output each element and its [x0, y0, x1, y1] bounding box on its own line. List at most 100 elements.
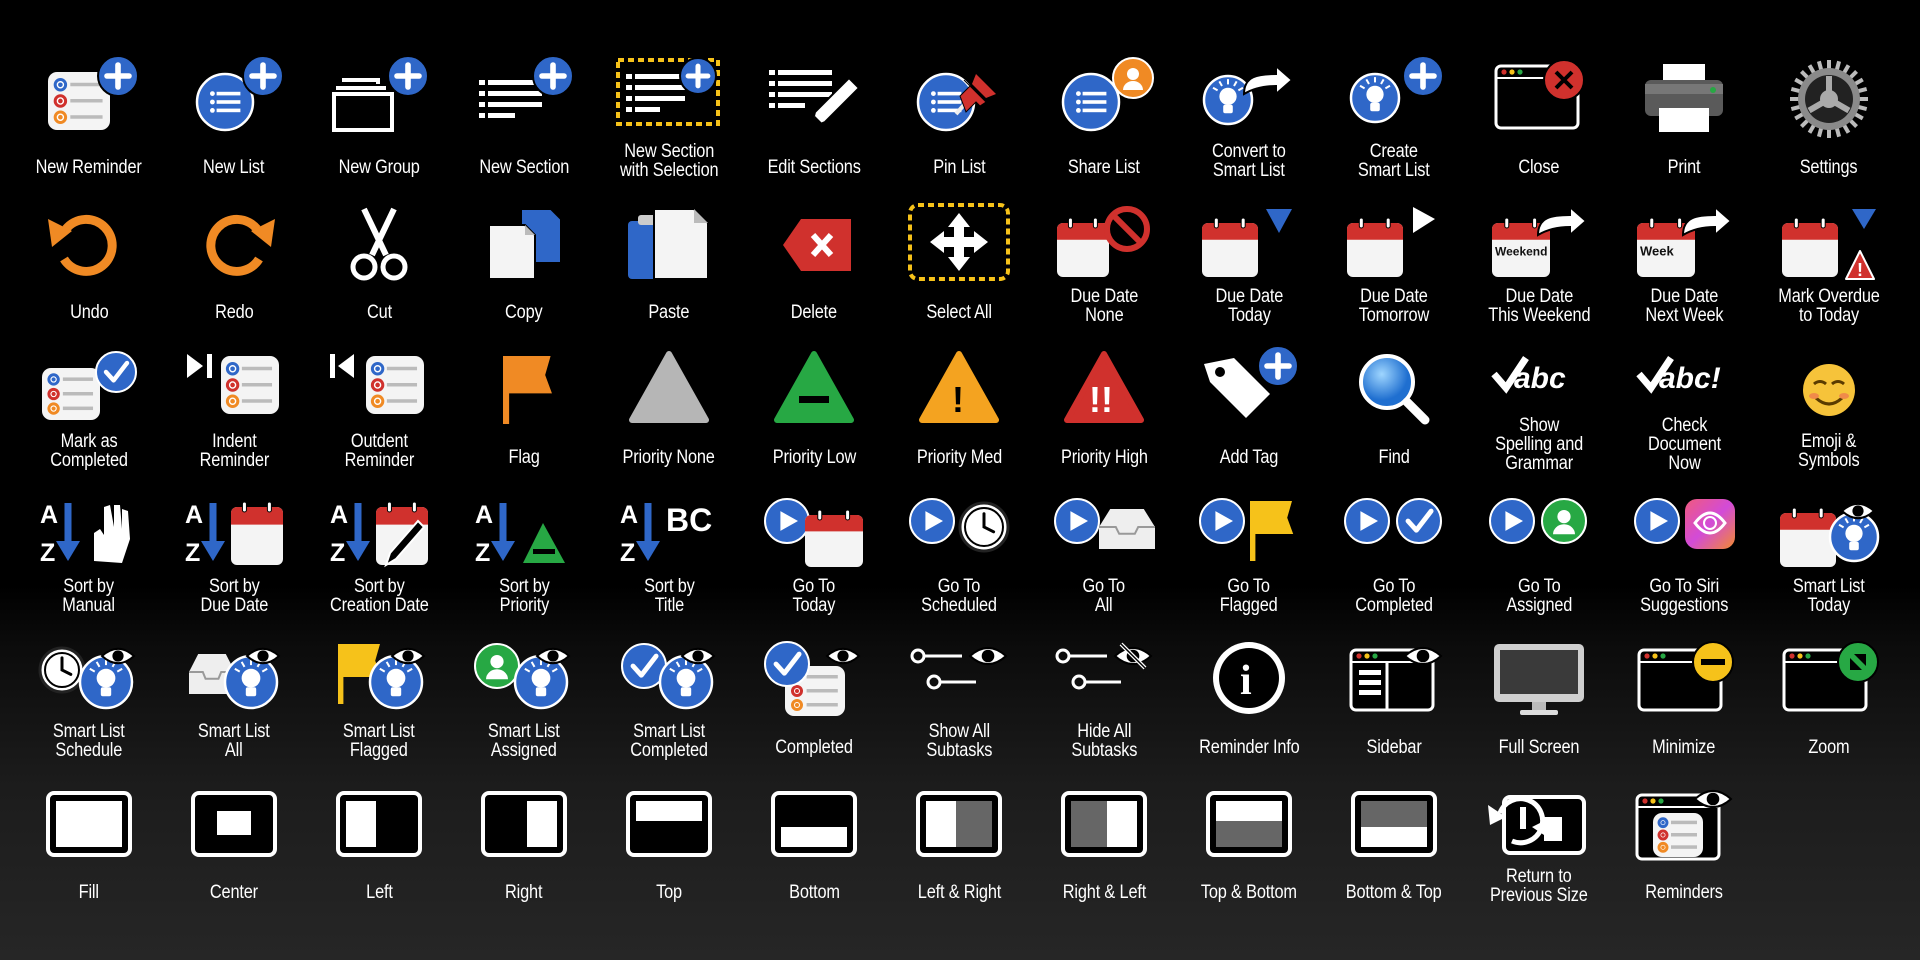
bottom-button[interactable]: Bottom: [742, 783, 887, 913]
svg-text:Z: Z: [620, 539, 635, 567]
due-date-none-button[interactable]: Due Date None: [1032, 203, 1177, 333]
mark-as-completed-button[interactable]: Mark as Completed: [17, 348, 162, 478]
new-reminder-button[interactable]: New Reminder: [17, 55, 162, 188]
go-to-today-button[interactable]: Go To Today: [742, 493, 887, 623]
smart-list-flagged-label-line: Flagged: [350, 740, 408, 761]
create-smart-list-label-line: Create: [1369, 141, 1418, 162]
top-and-bottom-label-line: Top & Bottom: [1200, 882, 1298, 903]
zoom-button[interactable]: Zoom: [1757, 638, 1902, 768]
top-and-bottom-button[interactable]: Top & Bottom: [1177, 783, 1322, 913]
cut-button[interactable]: Cut: [307, 203, 452, 333]
show-all-subtasks-button[interactable]: Show All Subtasks: [887, 638, 1032, 768]
sort-by-manual-button[interactable]: A Z Sort by Manual: [17, 493, 162, 623]
sort-by-due-date-button[interactable]: A Z Sort by Due Date: [162, 493, 307, 623]
sort-by-creation-date-button[interactable]: A Z Sort by Creation Date: [307, 493, 452, 623]
new-group-button[interactable]: New Group: [307, 55, 452, 188]
left-and-right-button[interactable]: Left & Right: [887, 783, 1032, 913]
go-to-assigned-button[interactable]: Go To Assigned: [1467, 493, 1612, 623]
undo-button[interactable]: Undo: [17, 203, 162, 333]
new-list-button[interactable]: New List: [162, 55, 307, 188]
add-tag-button[interactable]: Add Tag: [1177, 345, 1322, 478]
go-to-scheduled-button[interactable]: Go To Scheduled: [887, 493, 1032, 623]
mark-overdue-to-today-button[interactable]: ! Mark Overdue to Today: [1757, 203, 1902, 333]
tile-right-left-icon: [1049, 783, 1159, 865]
print-label-line: Print: [1667, 157, 1701, 178]
convert-to-smart-list-button[interactable]: Convert to Smart List: [1177, 58, 1322, 188]
hide-all-subtasks-button[interactable]: Hide All Subtasks: [1032, 638, 1177, 768]
go-to-all-button[interactable]: Go To All: [1032, 493, 1177, 623]
completed-button[interactable]: Completed: [742, 638, 887, 768]
find-button[interactable]: Find: [1322, 348, 1467, 478]
settings-button[interactable]: Settings: [1757, 58, 1902, 188]
priority-high-button[interactable]: !! Priority High: [1032, 348, 1177, 478]
priority-none-button[interactable]: Priority None: [597, 348, 742, 478]
new-section-with-selection-button[interactable]: New Section with Selection: [597, 57, 742, 188]
minimize-button[interactable]: Minimize: [1612, 638, 1757, 768]
reminders-button[interactable]: Reminders: [1612, 783, 1757, 913]
sidebar-button[interactable]: Sidebar: [1322, 638, 1467, 768]
smart-list-schedule-button[interactable]: Smart List Schedule: [17, 638, 162, 768]
share-list-button[interactable]: Share List: [1032, 57, 1177, 188]
top-button[interactable]: Top: [597, 783, 742, 913]
center-label: Center: [210, 883, 258, 902]
close-button[interactable]: Close: [1467, 58, 1612, 188]
play-calendar-icon: [759, 493, 869, 575]
right-and-left-label-line: Right & Left: [1062, 882, 1146, 903]
cut-label: Cut: [367, 303, 392, 322]
delete-button[interactable]: Delete: [742, 203, 887, 333]
outdent-reminder-button[interactable]: Outdent Reminder: [307, 348, 452, 478]
go-to-siri-suggestions-label-line: Suggestions: [1639, 595, 1729, 616]
right-label: Right: [505, 883, 542, 902]
smart-list-assigned-button[interactable]: Smart List Assigned: [452, 638, 597, 768]
edit-sections-button[interactable]: Edit Sections: [742, 58, 887, 188]
play-tray-icon: [1049, 493, 1159, 575]
show-spelling-and-grammar-button[interactable]: abc Show Spelling and Grammar: [1467, 348, 1612, 478]
right-and-left-button[interactable]: Right & Left: [1032, 783, 1177, 913]
bottom-and-top-button[interactable]: Bottom & Top: [1322, 783, 1467, 913]
paste-button[interactable]: Paste: [597, 203, 742, 333]
sort-by-priority-button[interactable]: A Z Sort by Priority: [452, 493, 597, 623]
smart-list-flagged-button[interactable]: Smart List Flagged: [307, 638, 452, 768]
lightbulb-plus-icon: [1339, 55, 1449, 140]
pin-list-button[interactable]: Pin List: [887, 58, 1032, 188]
due-date-tomorrow-button[interactable]: Due Date Tomorrow: [1322, 203, 1467, 333]
smart-list-today-button[interactable]: Smart List Today: [1757, 493, 1902, 623]
window-minimize-icon: [1629, 638, 1739, 720]
priority-med-button[interactable]: ! Priority Med: [887, 348, 1032, 478]
go-to-siri-suggestions-button[interactable]: Go To Siri Suggestions: [1612, 493, 1757, 623]
right-label-line: Right: [505, 882, 543, 903]
sort-by-priority-label: Sort by Priority: [499, 577, 550, 615]
create-smart-list-button[interactable]: Create Smart List: [1322, 55, 1467, 188]
priority-low-label: Priority Low: [772, 448, 855, 467]
due-date-this-weekend-button[interactable]: Weekend Due Date This Weekend: [1467, 203, 1612, 333]
flag-button[interactable]: Flag: [452, 348, 597, 478]
go-to-flagged-label-line: Go To: [1227, 576, 1271, 597]
due-date-today-button[interactable]: Due Date Today: [1177, 203, 1322, 333]
return-to-previous-size-button[interactable]: Return to Previous Size: [1467, 783, 1612, 913]
left-button[interactable]: Left: [307, 783, 452, 913]
smart-list-assigned-label: Smart List Assigned: [488, 722, 560, 760]
reminder-info-button[interactable]: i Reminder Info: [1177, 638, 1322, 768]
priority-low-button[interactable]: Priority Low: [742, 348, 887, 478]
check-document-now-button[interactable]: abc! Check Document Now: [1612, 348, 1757, 478]
emoji-and-symbols-button[interactable]: Emoji & Symbols: [1757, 348, 1902, 478]
sort-by-title-button[interactable]: A Z BC Sort by Title: [597, 493, 742, 623]
print-button[interactable]: Print: [1612, 58, 1757, 188]
select-all-button[interactable]: Select All: [887, 203, 1032, 333]
full-screen-button[interactable]: Full Screen: [1467, 638, 1612, 768]
fill-button[interactable]: Fill: [17, 783, 162, 913]
go-to-flagged-button[interactable]: Go To Flagged: [1177, 493, 1322, 623]
go-to-completed-button[interactable]: Go To Completed: [1322, 493, 1467, 623]
check-document-now-label-line: Document: [1647, 434, 1721, 455]
smart-list-completed-button[interactable]: Smart List Completed: [597, 638, 742, 768]
smart-list-all-button[interactable]: Smart List All: [162, 638, 307, 768]
smiley-icon: [1774, 348, 1884, 430]
new-section-button[interactable]: New Section: [452, 55, 597, 188]
indent-reminder-button[interactable]: Indent Reminder: [162, 348, 307, 478]
due-date-next-week-button[interactable]: Week Due Date Next Week: [1612, 203, 1757, 333]
go-to-completed-label: Go To Completed: [1355, 577, 1433, 615]
right-button[interactable]: Right: [452, 783, 597, 913]
copy-button[interactable]: Copy: [452, 203, 597, 333]
redo-button[interactable]: Redo: [162, 203, 307, 333]
center-button[interactable]: Center: [162, 783, 307, 913]
